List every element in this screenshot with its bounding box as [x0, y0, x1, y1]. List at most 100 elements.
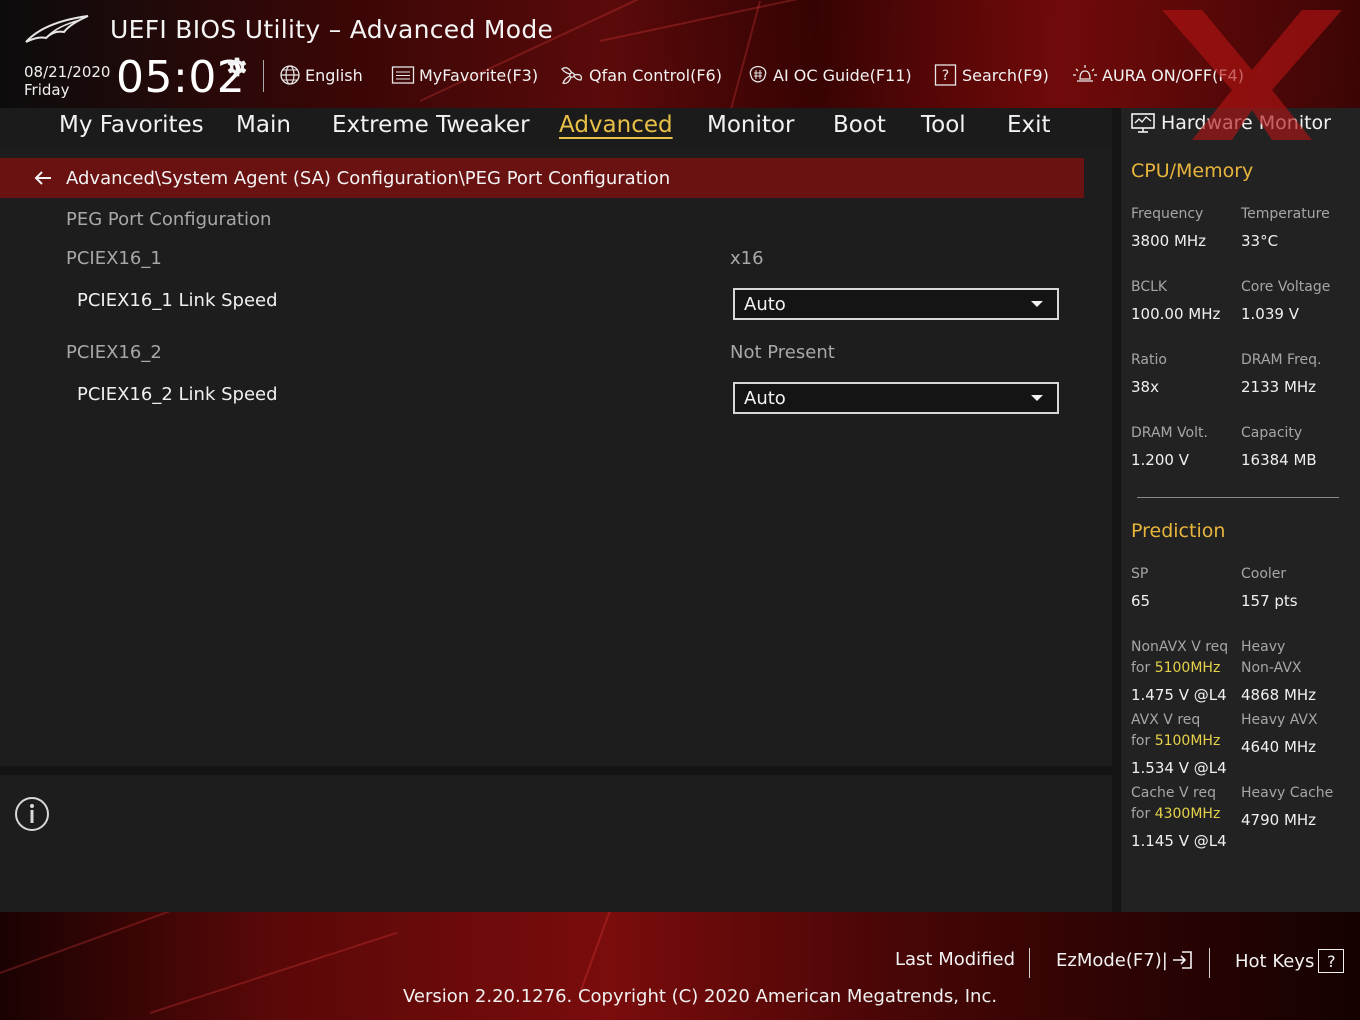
svg-text:?: ?: [942, 68, 949, 84]
tab-my-favorites[interactable]: My Favorites: [59, 112, 204, 138]
decorative-streak: [725, 0, 761, 108]
pciex16-1-link-speed-label[interactable]: PCIEX16_1 Link Speed: [77, 290, 278, 311]
dram-volt-label: DRAM Volt.: [1131, 425, 1208, 441]
chevron-down-icon: [1031, 301, 1043, 307]
qfan-control-button[interactable]: Qfan Control(F6): [559, 62, 722, 88]
prediction-title: Prediction: [1131, 520, 1226, 542]
heavy-cache-value: 4790 MHz: [1241, 811, 1317, 829]
language-button[interactable]: English: [279, 62, 363, 88]
cpu-memory-title: CPU/Memory: [1131, 160, 1254, 182]
my-favorite-button[interactable]: MyFavorite(F3): [391, 62, 538, 88]
for-text: for: [1131, 660, 1151, 676]
ai-oc-label: AI OC Guide(F11): [773, 65, 912, 85]
fan-icon: [561, 67, 582, 85]
globe-icon: [280, 65, 300, 85]
ratio-label: Ratio: [1131, 352, 1167, 368]
date-text: 08/21/2020: [24, 63, 111, 81]
dram-freq-label: DRAM Freq.: [1241, 352, 1322, 368]
temperature-value: 33°C: [1241, 232, 1279, 250]
heavy-nonavx-label-2: Non-AVX: [1241, 660, 1302, 676]
top-header: UEFI BIOS Utility – Advanced Mode 08/21/…: [0, 0, 1360, 108]
gear-icon[interactable]: [224, 54, 250, 80]
decorative-streak: [149, 931, 398, 1014]
pciex16-2-link-speed-label[interactable]: PCIEX16_2 Link Speed: [77, 384, 278, 405]
section-title: PEG Port Configuration: [66, 209, 272, 230]
tab-advanced[interactable]: Advanced: [559, 112, 673, 138]
capacity-label: Capacity: [1241, 425, 1303, 441]
exit-mode-icon: [1172, 951, 1192, 969]
bios-title: UEFI BIOS Utility – Advanced Mode: [110, 15, 554, 44]
nonavx-vreq-value: 1.475 V @L4: [1131, 686, 1227, 704]
tab-exit[interactable]: Exit: [1007, 112, 1051, 138]
decorative-streak: [0, 912, 283, 974]
cooler-value: 157 pts: [1241, 592, 1298, 610]
temperature-label: Temperature: [1241, 206, 1330, 222]
footer-separator: [1209, 948, 1210, 978]
search-button[interactable]: ? Search(F9): [934, 62, 1049, 88]
tab-monitor[interactable]: Monitor: [707, 112, 794, 138]
heavy-nonavx-value: 4868 MHz: [1241, 686, 1317, 704]
nonavx-for-line: for 5100MHz: [1131, 660, 1220, 676]
pciex16-2-link-speed-dropdown[interactable]: Auto: [733, 382, 1059, 414]
settings-panel: Advanced\System Agent (SA) Configuration…: [0, 148, 1112, 766]
sp-label: SP: [1131, 566, 1149, 582]
cache-vreq-label: Cache V req: [1131, 785, 1216, 801]
decorative-streak: [599, 0, 992, 42]
nonavx-vreq-label: NonAVX V req: [1131, 639, 1229, 655]
last-modified-button[interactable]: Last Modified: [895, 949, 1015, 970]
cache-vreq-value: 1.145 V @L4: [1131, 832, 1227, 850]
help-info-panel: [0, 775, 1112, 912]
my-favorite-label: MyFavorite(F3): [419, 65, 539, 85]
decorative-streak: [579, 912, 622, 994]
chevron-down-icon: [1031, 395, 1043, 401]
pciex16-1-label: PCIEX16_1: [66, 248, 162, 269]
heavy-nonavx-label-1: Heavy: [1241, 639, 1286, 655]
ai-oc-guide-button[interactable]: AI OC Guide(F11): [747, 62, 912, 88]
hot-keys-label: Hot Keys: [1235, 950, 1315, 972]
hardware-monitor-panel: Hardware Monitor CPU/Memory Frequency Te…: [1121, 108, 1360, 912]
ai-chip-icon: [749, 65, 767, 83]
nonavx-target-freq: 5100MHz: [1154, 660, 1221, 676]
version-text: Version 2.20.1276. Copyright (C) 2020 Am…: [403, 986, 998, 1007]
tab-tool[interactable]: Tool: [921, 112, 966, 138]
header-separator: [263, 60, 264, 92]
favorite-list-icon: [391, 66, 415, 84]
frequency-label: Frequency: [1131, 206, 1204, 222]
capacity-value: 16384 MB: [1241, 451, 1317, 469]
bottom-footer: Last Modified EzMode(F7)| Hot Keys ? Ver…: [0, 912, 1360, 1020]
cooler-label: Cooler: [1241, 566, 1287, 582]
back-arrow-icon[interactable]: [32, 167, 54, 189]
avx-vreq-value: 1.534 V @L4: [1131, 759, 1227, 777]
date-display: 08/21/2020 Friday: [24, 63, 110, 99]
ezmode-button[interactable]: EzMode(F7)|: [1056, 949, 1194, 971]
for-text: for: [1131, 806, 1151, 822]
dropdown-value: Auto: [744, 293, 786, 315]
heavy-avx-label: Heavy AVX: [1241, 712, 1318, 728]
tab-boot[interactable]: Boot: [833, 112, 886, 138]
bclk-label: BCLK: [1131, 279, 1168, 295]
tab-extreme-tweaker[interactable]: Extreme Tweaker: [332, 112, 530, 138]
last-modified-label: Last Modified: [895, 949, 1016, 970]
qfan-label: Qfan Control(F6): [589, 65, 722, 85]
monitor-icon: [1131, 113, 1155, 133]
dram-volt-value: 1.200 V: [1131, 451, 1189, 469]
avx-target-freq: 5100MHz: [1154, 733, 1221, 749]
pciex16-1-link-speed-dropdown[interactable]: Auto: [733, 288, 1059, 320]
ratio-value: 38x: [1131, 378, 1159, 396]
watermark-logo: [1162, 10, 1342, 140]
for-text: for: [1131, 733, 1151, 749]
hot-keys-button[interactable]: Hot Keys ?: [1235, 949, 1345, 973]
rog-logo: [25, 15, 89, 43]
ezmode-label: EzMode(F7)|: [1056, 949, 1168, 971]
bclk-value: 100.00 MHz: [1131, 305, 1221, 323]
tab-main[interactable]: Main: [236, 112, 291, 138]
dropdown-value: Auto: [744, 387, 786, 409]
breadcrumb: Advanced\System Agent (SA) Configuration…: [66, 167, 671, 189]
footer-separator: [1029, 948, 1030, 978]
section-divider: [1137, 497, 1339, 498]
language-label: English: [305, 65, 363, 85]
pciex16-1-value: x16: [730, 248, 764, 269]
cache-target-freq: 4300MHz: [1154, 806, 1221, 822]
aura-light-icon: [1073, 65, 1097, 82]
core-voltage-value: 1.039 V: [1241, 305, 1299, 323]
